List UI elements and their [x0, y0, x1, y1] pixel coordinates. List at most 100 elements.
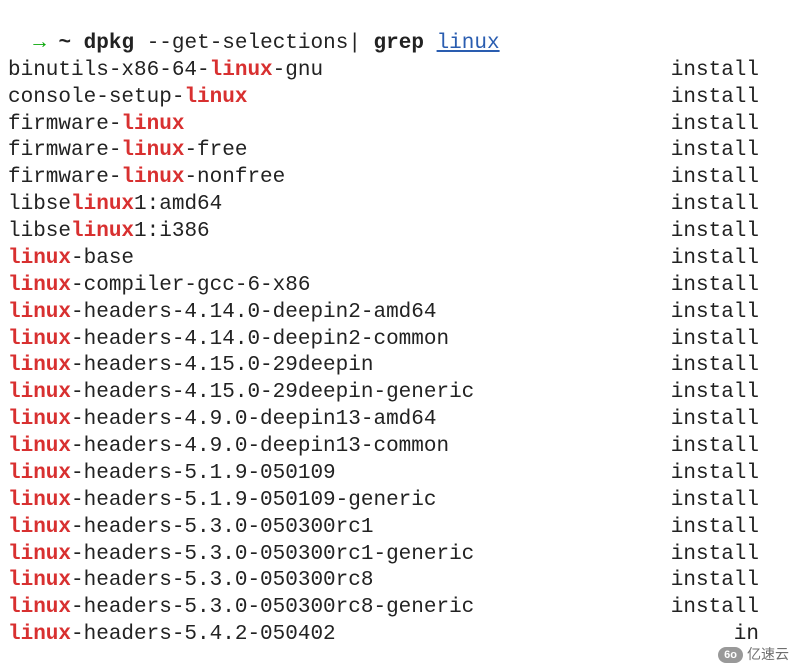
grep-match: linux [121, 139, 184, 162]
grep-match: linux [121, 166, 184, 189]
output-row: firmware-linux-nonfree install [8, 165, 787, 192]
package-status: install [671, 461, 787, 488]
package-name: linux-headers-4.9.0-deepin13-amd64 [8, 407, 436, 434]
prompt-path: ~ [58, 32, 71, 55]
watermark-text: 亿速云 [747, 646, 789, 664]
watermark-badge: 6o [718, 647, 743, 663]
cmd-flag: --get-selections [147, 32, 349, 55]
package-status: install [671, 192, 787, 219]
output-row: binutils-x86-64-linux-gnu install [8, 58, 787, 85]
package-status: install [671, 434, 787, 461]
grep-match: linux [8, 354, 71, 377]
package-status: install [671, 58, 787, 85]
output-row: libselinux1:amd64 install [8, 192, 787, 219]
grep-match: linux [8, 623, 71, 646]
package-name: binutils-x86-64-linux-gnu [8, 58, 323, 85]
output-row: linux-base install [8, 246, 787, 273]
cmd-pipe: | [348, 32, 361, 55]
command-prompt-line: → ~ dpkg --get-selections| grep linux [8, 4, 787, 58]
package-name: linux-headers-5.3.0-050300rc8 [8, 568, 373, 595]
package-name: linux-headers-4.9.0-deepin13-common [8, 434, 449, 461]
package-status: install [671, 246, 787, 273]
package-status: install [671, 273, 787, 300]
package-status: install [671, 353, 787, 380]
grep-match: linux [8, 328, 71, 351]
package-status: install [671, 85, 787, 112]
grep-match: linux [8, 408, 71, 431]
package-status: install [671, 407, 787, 434]
output-row: console-setup-linux install [8, 85, 787, 112]
grep-match: linux [8, 462, 71, 485]
output-row: linux-compiler-gcc-6-x86 install [8, 273, 787, 300]
package-name: linux-headers-4.14.0-deepin2-amd64 [8, 300, 436, 327]
package-name: linux-headers-4.15.0-29deepin [8, 353, 373, 380]
package-name: linux-headers-5.3.0-050300rc1 [8, 515, 373, 542]
output-row: linux-headers-5.3.0-050300rc8 install [8, 568, 787, 595]
grep-match: linux [184, 86, 247, 109]
package-name: firmware-linux [8, 112, 184, 139]
prompt-arrow: → [33, 32, 46, 55]
package-status: install [671, 568, 787, 595]
output-row: linux-headers-5.1.9-050109 install [8, 461, 787, 488]
grep-match: linux [121, 113, 184, 136]
grep-match: linux [8, 381, 71, 404]
output-row: linux-headers-5.4.2-050402 in [8, 622, 787, 649]
output-row: linux-headers-4.9.0-deepin13-amd64 instal… [8, 407, 787, 434]
grep-match: linux [71, 220, 134, 243]
package-name: libselinux1:i386 [8, 219, 210, 246]
grep-match: linux [8, 516, 71, 539]
output-row: libselinux1:i386 install [8, 219, 787, 246]
output-row: linux-headers-5.3.0-050300rc1 install [8, 515, 787, 542]
package-name: firmware-linux-nonfree [8, 165, 285, 192]
package-name: linux-headers-5.3.0-050300rc1-generic [8, 542, 474, 569]
output-row: linux-headers-5.3.0-050300rc1-generic ins… [8, 542, 787, 569]
package-status: install [671, 165, 787, 192]
package-name: console-setup-linux [8, 85, 247, 112]
output-row: linux-headers-4.9.0-deepin13-common insta… [8, 434, 787, 461]
package-name: linux-base [8, 246, 134, 273]
cmd-dpkg: dpkg [84, 32, 134, 55]
package-name: linux-compiler-gcc-6-x86 [8, 273, 310, 300]
watermark: 6o 亿速云 [718, 646, 789, 664]
output-row: firmware-linux install [8, 112, 787, 139]
output-row: linux-headers-4.14.0-deepin2-common insta… [8, 327, 787, 354]
package-name: linux-headers-5.1.9-050109-generic [8, 488, 436, 515]
cmd-arg: linux [437, 32, 500, 55]
package-name: linux-headers-5.1.9-050109 [8, 461, 336, 488]
terminal-output: binutils-x86-64-linux-gnuinstallconsole-… [8, 58, 787, 649]
grep-match: linux [71, 193, 134, 216]
grep-match: linux [8, 569, 71, 592]
package-name: libselinux1:amd64 [8, 192, 222, 219]
output-row: linux-headers-4.15.0-29deepin install [8, 353, 787, 380]
package-name: linux-headers-5.4.2-050402 [8, 622, 336, 649]
grep-match: linux [8, 435, 71, 458]
package-status: install [671, 595, 787, 622]
grep-match: linux [8, 489, 71, 512]
package-status: install [671, 488, 787, 515]
grep-match: linux [8, 596, 71, 619]
package-status: install [671, 219, 787, 246]
package-status: install [671, 542, 787, 569]
package-status: install [671, 327, 787, 354]
output-row: linux-headers-5.3.0-050300rc8-generic ins… [8, 595, 787, 622]
package-name: firmware-linux-free [8, 138, 247, 165]
package-status: install [671, 515, 787, 542]
output-row: linux-headers-4.15.0-29deepin-generic ins… [8, 380, 787, 407]
output-row: linux-headers-5.1.9-050109-generic instal… [8, 488, 787, 515]
grep-match: linux [8, 274, 71, 297]
grep-match: linux [8, 543, 71, 566]
package-status: install [671, 300, 787, 327]
grep-match: linux [210, 59, 273, 82]
package-name: linux-headers-4.14.0-deepin2-common [8, 327, 449, 354]
grep-match: linux [8, 301, 71, 324]
package-name: linux-headers-4.15.0-29deepin-generic [8, 380, 474, 407]
grep-match: linux [8, 247, 71, 270]
output-row: firmware-linux-free install [8, 138, 787, 165]
package-status: in [734, 622, 787, 649]
output-row: linux-headers-4.14.0-deepin2-amd64 instal… [8, 300, 787, 327]
package-status: install [671, 138, 787, 165]
package-status: install [671, 380, 787, 407]
package-name: linux-headers-5.3.0-050300rc8-generic [8, 595, 474, 622]
package-status: install [671, 112, 787, 139]
cmd-grep: grep [374, 32, 424, 55]
